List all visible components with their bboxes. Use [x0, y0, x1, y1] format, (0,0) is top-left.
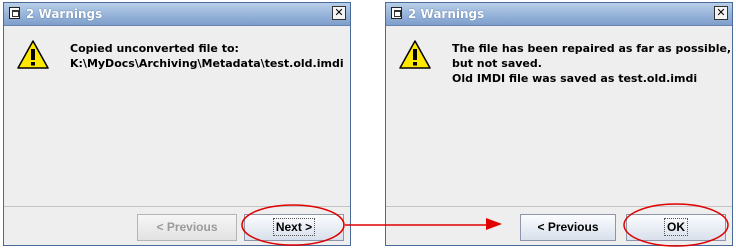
annotation-arrow-head: [486, 218, 502, 230]
highlight-ellipse-next: [241, 204, 345, 246]
annotation-overlay: [241, 203, 729, 247]
highlight-ellipse-ok: [623, 203, 729, 247]
